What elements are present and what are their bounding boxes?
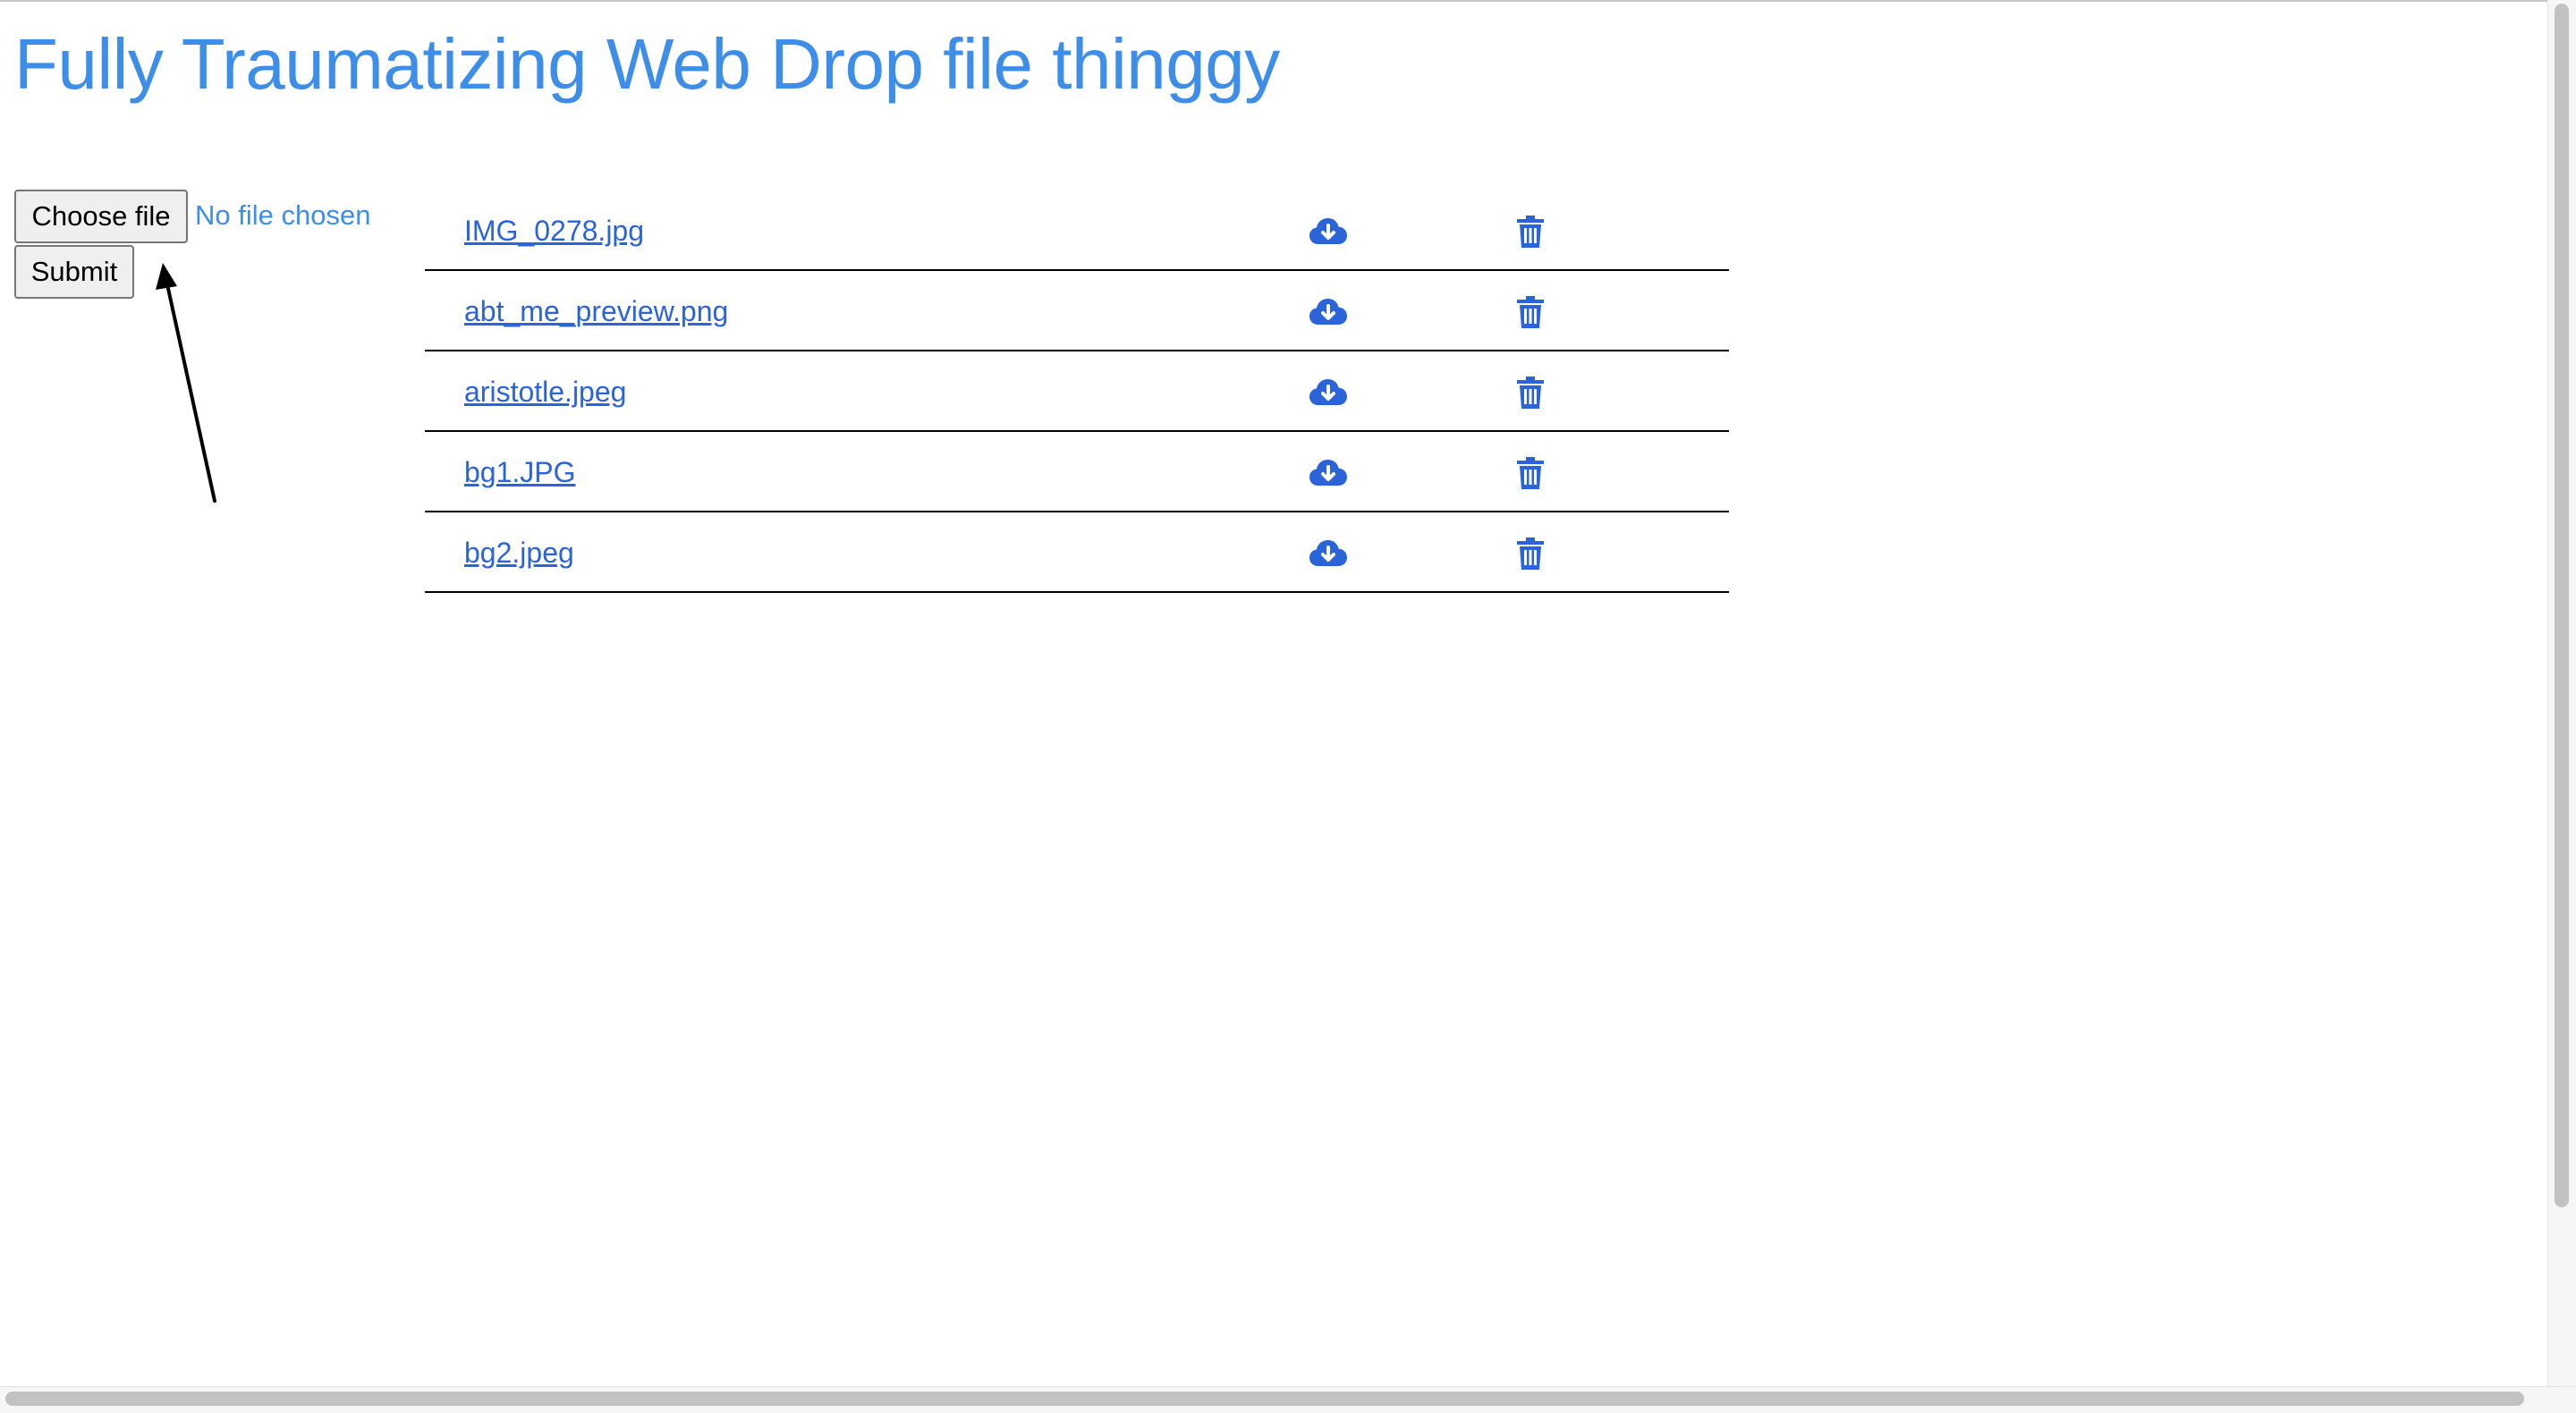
file-status-text: No file chosen	[195, 199, 371, 231]
horizontal-scrollbar-thumb[interactable]	[5, 1392, 2524, 1406]
vertical-scrollbar-thumb[interactable]	[2555, 4, 2569, 1207]
submit-button[interactable]: Submit	[14, 245, 134, 299]
file-link[interactable]: bg2.jpeg	[464, 534, 574, 571]
file-list: IMG_0278.jpg abt_me_preview.png aristotl…	[425, 190, 1729, 593]
page-title: Fully Traumatizing Web Drop file thinggy	[14, 24, 1280, 104]
trash-icon[interactable]	[1511, 373, 1550, 412]
file-row: IMG_0278.jpg	[425, 190, 1729, 271]
file-row: bg2.jpeg	[425, 512, 1729, 593]
file-link[interactable]: aristotle.jpeg	[464, 373, 626, 410]
window-top-border	[0, 0, 2576, 2]
cloud-download-icon[interactable]	[1309, 373, 1348, 412]
cloud-download-icon[interactable]	[1309, 212, 1348, 251]
annotation-arrow	[156, 263, 216, 503]
cloud-download-icon[interactable]	[1309, 534, 1348, 573]
file-row: abt_me_preview.png	[425, 271, 1729, 351]
cloud-download-icon[interactable]	[1309, 453, 1348, 493]
cloud-download-icon[interactable]	[1309, 292, 1348, 332]
trash-icon[interactable]	[1511, 534, 1550, 573]
trash-icon[interactable]	[1511, 212, 1550, 251]
file-row: bg1.JPG	[425, 432, 1729, 512]
file-row: aristotle.jpeg	[425, 351, 1729, 432]
file-link[interactable]: bg1.JPG	[464, 453, 576, 491]
choose-file-button[interactable]: Choose file	[14, 190, 188, 243]
trash-icon[interactable]	[1511, 453, 1550, 493]
file-link[interactable]: IMG_0278.jpg	[464, 212, 644, 250]
trash-icon[interactable]	[1511, 292, 1550, 332]
file-link[interactable]: abt_me_preview.png	[464, 292, 728, 330]
